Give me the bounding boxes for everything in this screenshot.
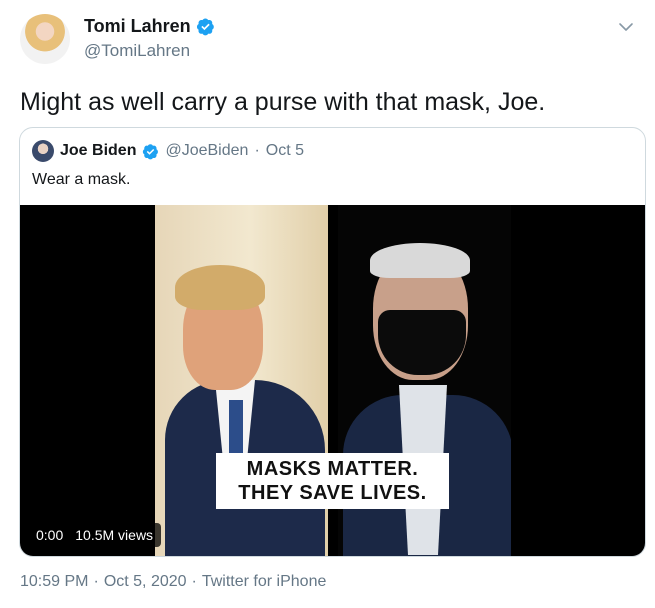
tweet-source[interactable]: Twitter for iPhone bbox=[202, 573, 327, 591]
quoted-separator: · bbox=[254, 142, 260, 159]
tweet-time[interactable]: 10:59 PM bbox=[20, 573, 88, 591]
quoted-tweet[interactable]: Joe Biden @JoeBiden · Oct 5 Wear a mask. bbox=[19, 127, 646, 557]
video-caption-line1: MASKS MATTER. bbox=[246, 458, 419, 480]
tweet-menu-chevron-icon[interactable] bbox=[617, 18, 635, 36]
quoted-date: Oct 5 bbox=[265, 142, 304, 159]
tweet-meta: 10:59 PM · Oct 5, 2020 · Twitter for iPh… bbox=[20, 573, 326, 591]
video-player[interactable]: MASKS MATTER. THEY SAVE LIVES. 0:00 10.5… bbox=[20, 205, 645, 556]
quoted-author-name: Joe Biden bbox=[60, 142, 137, 159]
meta-separator: · bbox=[93, 573, 99, 590]
figure-left-hair bbox=[175, 265, 265, 310]
video-info-badge: 0:00 10.5M views bbox=[28, 523, 162, 547]
author-handle[interactable]: @TomiLahren bbox=[84, 41, 215, 61]
verified-badge-icon bbox=[196, 17, 215, 36]
video-caption-line2: THEY SAVE LIVES. bbox=[238, 482, 427, 504]
video-views: 10.5M views bbox=[75, 527, 154, 543]
quoted-tweet-text: Wear a mask. bbox=[32, 171, 131, 188]
quoted-verified-badge-icon bbox=[142, 143, 159, 160]
tweet-date[interactable]: Oct 5, 2020 bbox=[104, 573, 187, 591]
video-caption: MASKS MATTER. THEY SAVE LIVES. bbox=[216, 453, 449, 509]
quoted-author-handle: @JoeBiden bbox=[165, 142, 249, 159]
video-time: 0:00 bbox=[36, 527, 64, 543]
tweet-card: Tomi Lahren @TomiLahren Might as well ca… bbox=[0, 0, 655, 608]
quoted-tweet-header: Joe Biden @JoeBiden · Oct 5 bbox=[32, 140, 304, 162]
author-avatar[interactable] bbox=[20, 14, 70, 64]
author-name-row: Tomi Lahren bbox=[84, 16, 215, 37]
figure-right-hair bbox=[370, 243, 470, 278]
tweet-text: Might as well carry a purse with that ma… bbox=[20, 88, 546, 116]
meta-separator: · bbox=[191, 573, 197, 590]
author-name[interactable]: Tomi Lahren bbox=[84, 16, 191, 37]
author-block: Tomi Lahren @TomiLahren bbox=[84, 16, 215, 61]
quoted-author-avatar bbox=[32, 140, 54, 162]
